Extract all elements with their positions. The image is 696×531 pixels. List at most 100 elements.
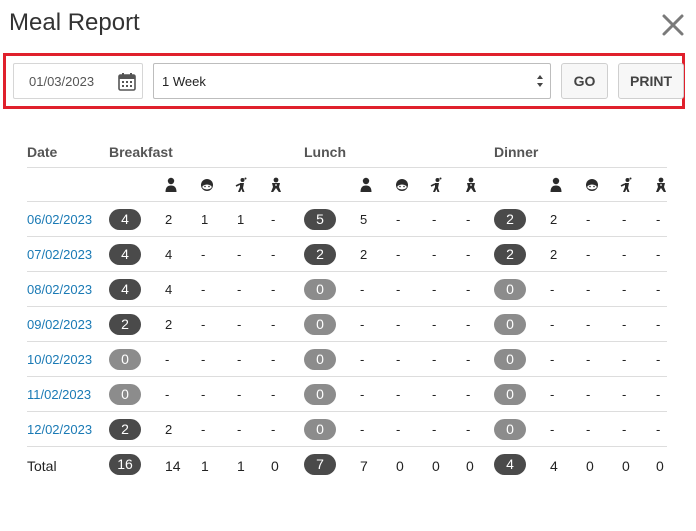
child-icon xyxy=(395,177,409,193)
dinner-child-count: - xyxy=(586,422,591,437)
toddler-icon xyxy=(428,177,442,193)
baby-icon xyxy=(269,177,283,193)
lunch-child-count: - xyxy=(396,247,401,262)
table-row: 08/02/2023 4 4 - - - 0 - - - - 0 - - - - xyxy=(27,271,667,306)
lunch-toddler-count: 0 xyxy=(432,458,440,474)
lunch-total-badge: 0 xyxy=(304,314,336,335)
dinner-total-badge: 2 xyxy=(494,244,526,265)
table-row: 07/02/2023 4 4 - - - 2 2 - - - 2 2 - - - xyxy=(27,236,667,271)
dinner-adult-count: 4 xyxy=(550,458,558,474)
lunch-child-count: - xyxy=(396,422,401,437)
breakfast-adult-count: 4 xyxy=(165,247,173,262)
dinner-adult-count: - xyxy=(550,317,555,332)
lunch-toddler-count: - xyxy=(432,212,437,227)
select-arrows-icon xyxy=(536,73,544,89)
dinner-child-count: - xyxy=(586,247,591,262)
lunch-baby-count: - xyxy=(466,212,471,227)
breakfast-total-badge: 4 xyxy=(109,279,141,300)
dinner-child-count: 0 xyxy=(586,458,594,474)
breakfast-toddler-count: - xyxy=(237,387,242,402)
period-select[interactable]: 1 Week xyxy=(153,63,551,99)
lunch-adult-count: 2 xyxy=(360,247,368,262)
lunch-adult-count: - xyxy=(360,422,365,437)
breakfast-toddler-count: - xyxy=(237,352,242,367)
dinner-total-badge: 0 xyxy=(494,349,526,370)
date-link[interactable]: 11/02/2023 xyxy=(27,387,91,402)
date-column-header: Date xyxy=(27,144,58,160)
lunch-adult-count: - xyxy=(360,317,365,332)
total-row: Total 16 14 1 1 0 7 7 0 0 0 4 4 0 0 0 xyxy=(27,446,667,481)
lunch-child-count: - xyxy=(396,387,401,402)
date-link[interactable]: 08/02/2023 xyxy=(27,282,92,297)
total-label: Total xyxy=(27,458,57,474)
close-icon[interactable] xyxy=(660,12,686,38)
lunch-total-badge: 0 xyxy=(304,279,336,300)
breakfast-baby-count: - xyxy=(271,387,276,402)
table-row: 10/02/2023 0 - - - - 0 - - - - 0 - - - - xyxy=(27,341,667,376)
print-button[interactable]: PRINT xyxy=(618,63,684,99)
lunch-adult-count: - xyxy=(360,352,365,367)
dinner-child-count: - xyxy=(586,387,591,402)
breakfast-adult-count: 2 xyxy=(165,212,173,227)
go-button[interactable]: GO xyxy=(561,63,608,99)
table-row: 11/02/2023 0 - - - - 0 - - - - 0 - - - - xyxy=(27,376,667,411)
start-date-field[interactable]: 01/03/2023 xyxy=(13,63,143,99)
adult-icon xyxy=(549,177,563,193)
breakfast-adult-count: 2 xyxy=(165,317,173,332)
lunch-toddler-count: - xyxy=(432,282,437,297)
dinner-child-count: - xyxy=(586,282,591,297)
table-row: 12/02/2023 2 2 - - - 0 - - - - 0 - - - - xyxy=(27,411,667,446)
date-link[interactable]: 07/02/2023 xyxy=(27,247,92,262)
baby-icon xyxy=(464,177,478,193)
lunch-child-count: - xyxy=(396,282,401,297)
breakfast-child-count: - xyxy=(201,422,206,437)
lunch-baby-count: - xyxy=(466,282,471,297)
lunch-child-count: - xyxy=(396,212,401,227)
breakfast-total-badge: 2 xyxy=(109,314,141,335)
dinner-toddler-count: - xyxy=(622,247,627,262)
lunch-child-count: - xyxy=(396,317,401,332)
date-link[interactable]: 10/02/2023 xyxy=(27,352,92,367)
report-controls: 01/03/2023 1 Week GO PRINT xyxy=(3,53,685,109)
modal-title: Meal Report xyxy=(9,9,140,36)
breakfast-baby-count: - xyxy=(271,212,276,227)
dinner-baby-count: - xyxy=(656,422,661,437)
lunch-total-badge: 0 xyxy=(304,349,336,370)
breakfast-toddler-count: 1 xyxy=(237,212,245,227)
breakfast-child-count: - xyxy=(201,282,206,297)
lunch-baby-count: 0 xyxy=(466,458,474,474)
lunch-toddler-count: - xyxy=(432,317,437,332)
dinner-baby-count: - xyxy=(656,247,661,262)
breakfast-total-badge: 0 xyxy=(109,384,141,405)
lunch-adult-count: 7 xyxy=(360,458,368,474)
breakfast-toddler-count: 1 xyxy=(237,458,245,474)
dinner-total-badge: 0 xyxy=(494,279,526,300)
dinner-baby-count: - xyxy=(656,352,661,367)
breakfast-total-badge: 16 xyxy=(109,454,141,475)
date-link[interactable]: 06/02/2023 xyxy=(27,212,92,227)
lunch-total-badge: 7 xyxy=(304,454,336,475)
dinner-baby-count: 0 xyxy=(656,458,664,474)
lunch-total-badge: 5 xyxy=(304,209,336,230)
table-row: 09/02/2023 2 2 - - - 0 - - - - 0 - - - - xyxy=(27,306,667,341)
dinner-toddler-count: - xyxy=(622,387,627,402)
date-link[interactable]: 09/02/2023 xyxy=(27,317,92,332)
breakfast-child-count: 1 xyxy=(201,458,209,474)
lunch-baby-count: - xyxy=(466,352,471,367)
breakfast-total-badge: 2 xyxy=(109,419,141,440)
calendar-icon[interactable] xyxy=(117,72,137,92)
lunch-toddler-count: - xyxy=(432,247,437,262)
breakfast-baby-count: - xyxy=(271,282,276,297)
lunch-total-badge: 0 xyxy=(304,419,336,440)
dinner-adult-count: - xyxy=(550,282,555,297)
dinner-adult-count: 2 xyxy=(550,247,558,262)
dinner-toddler-count: - xyxy=(622,212,627,227)
lunch-baby-count: - xyxy=(466,247,471,262)
lunch-adult-count: - xyxy=(360,387,365,402)
breakfast-baby-count: - xyxy=(271,247,276,262)
adult-icon xyxy=(359,177,373,193)
dinner-toddler-count: - xyxy=(622,422,627,437)
dinner-baby-count: - xyxy=(656,317,661,332)
date-link[interactable]: 12/02/2023 xyxy=(27,422,92,437)
lunch-adult-count: - xyxy=(360,282,365,297)
